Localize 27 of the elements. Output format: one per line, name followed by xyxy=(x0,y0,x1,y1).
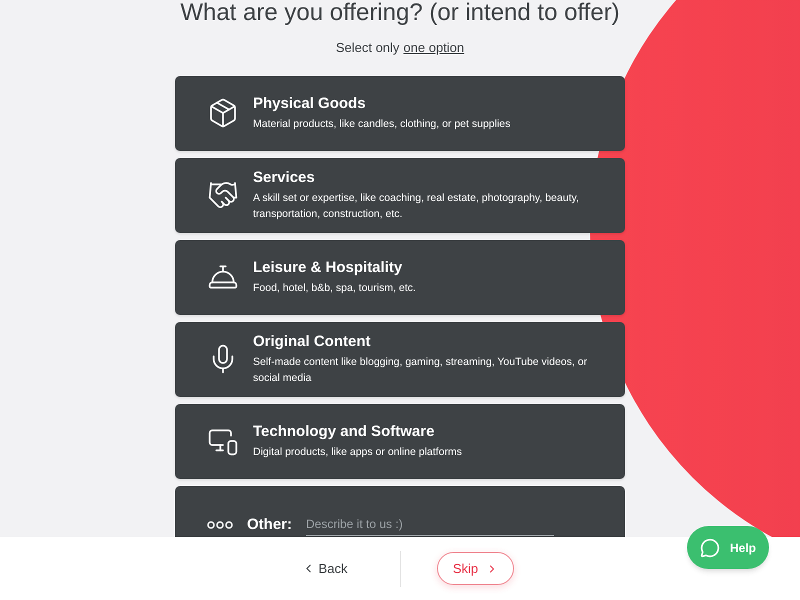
skip-button[interactable]: Skip xyxy=(437,552,514,585)
option-card[interactable]: Other: Describe it to us :) xyxy=(175,486,625,537)
other-input-field[interactable]: Describe it to us :) xyxy=(306,514,554,536)
instruction-text: Select only xyxy=(336,39,400,57)
three-dots-icon xyxy=(207,521,233,529)
option-card[interactable]: Technology and Software Digital products, like apps or online platforms xyxy=(175,404,625,478)
option-card[interactable]: Leisure & Hospitality Food, hotel, b&b, spa, tourism, etc. xyxy=(175,240,625,314)
other-label: Other: xyxy=(247,514,292,535)
handshake-icon xyxy=(207,179,239,211)
option-description: Self-made content like blogging, gaming, streaming, YouTube videos, or social media xyxy=(253,355,588,386)
option-card[interactable]: Original Content Self-made content like blogging, gaming, streaming, YouTube videos, or social media xyxy=(175,322,625,396)
option-title: Original Content xyxy=(253,332,372,352)
option-description: Material products, like candles, clothing, or pet supplies xyxy=(253,117,510,132)
page-heading: What are you offering? (or intend to offer) xyxy=(180,0,620,26)
box-icon xyxy=(207,97,239,129)
chat-bubble-icon xyxy=(700,538,720,558)
option-description: A skill set or expertise, like coaching, real estate, photography, beauty, transportation, construction, etc. xyxy=(253,191,580,222)
option-card[interactable]: Physical Goods Material products, like candles, clothing, or pet supplies xyxy=(175,76,625,150)
one-option-link[interactable]: one option xyxy=(403,38,464,58)
option-title: Leisure & Hospitality xyxy=(253,258,404,278)
back-button[interactable]: Back xyxy=(250,558,400,578)
option-title: Physical Goods xyxy=(253,94,367,114)
option-card[interactable]: Services A skill set or expertise, like coaching, real estate, photography, beauty, transportation, construction, etc. xyxy=(175,158,625,232)
option-description: Food, hotel, b&b, spa, tourism, etc. xyxy=(253,281,416,296)
option-description: Digital products, like apps or online platforms xyxy=(253,445,462,460)
option-title: Services xyxy=(253,168,316,188)
option-title: Technology and Software xyxy=(253,422,436,442)
